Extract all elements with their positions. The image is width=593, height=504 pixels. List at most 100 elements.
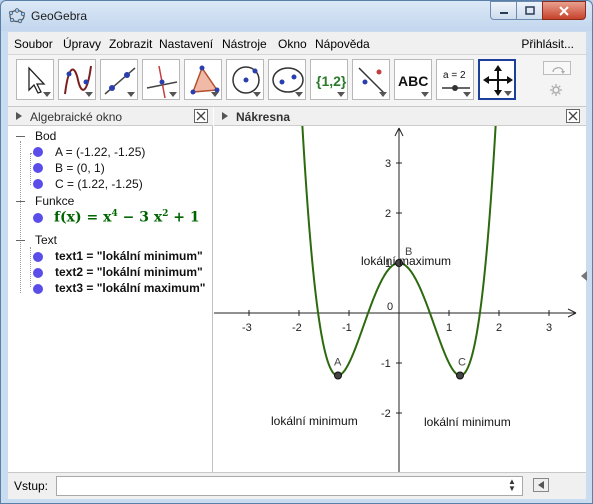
x-tick-label: 0 [387, 301, 393, 313]
x-tick-label: 3 [546, 322, 552, 334]
tool-menu-triangle [169, 92, 177, 97]
input-bar: Vstup: ▲ ▼ [8, 472, 586, 499]
x-tick-label: 1 [446, 322, 452, 334]
y-tick-label: 2 [385, 208, 391, 220]
object-text3[interactable]: text3 = "lokální maximum" [55, 281, 205, 295]
close-icon [568, 111, 578, 121]
list-tool-button[interactable]: {1,2} [310, 59, 348, 100]
visibility-toggle-icon[interactable] [33, 268, 43, 278]
algebra-view-header[interactable]: Algebraické okno [8, 107, 213, 126]
move-view-tool-button[interactable] [478, 59, 516, 100]
move-tool-button[interactable] [16, 59, 54, 100]
graphics-text-3: lokální maximum [361, 254, 451, 268]
minimize-button[interactable] [490, 1, 516, 20]
function-tool-button[interactable] [58, 59, 96, 100]
tool-menu-triangle [43, 92, 51, 97]
panel-toggle-arrow-icon[interactable] [16, 112, 22, 120]
history-spinner-icon[interactable]: ▲ ▼ [508, 478, 516, 493]
x-tick-label: 2 [496, 322, 502, 334]
category-funkce[interactable]: Funkce [35, 194, 74, 208]
category-text[interactable]: Text [35, 233, 57, 247]
conic-tool-button[interactable] [268, 59, 306, 100]
app-window: GeoGebra Soubor Úpravy Zobrazit Nastaven… [0, 0, 593, 504]
visibility-toggle-icon[interactable] [33, 213, 43, 223]
collapse-toggle-icon[interactable] [16, 136, 25, 137]
visibility-toggle-icon[interactable] [33, 179, 43, 189]
object-point-a[interactable]: A = (-1.22, -1.25) [55, 145, 145, 159]
menu-soubor[interactable]: Soubor [14, 37, 53, 51]
tool-menu-triangle [211, 92, 219, 97]
tool-menu-triangle [127, 92, 135, 97]
x-tick-label: -3 [242, 322, 252, 334]
main-panels: Algebraické okno Bod A = (-1.22, -1.25) … [8, 107, 586, 472]
graphics-view-header[interactable]: Nákresna [214, 107, 586, 126]
svg-text:ABC: ABC [398, 73, 428, 89]
panel-toggle-arrow-icon[interactable] [222, 112, 228, 120]
algebra-close-button[interactable] [194, 109, 208, 123]
graphics-canvas[interactable]: -3-2-101234321-1-2ABClokální minimumloká… [214, 126, 586, 472]
object-function-f[interactable]: f(x) = x4 − 3 x2 + 1 [54, 209, 200, 226]
tool-menu-triangle [421, 92, 429, 97]
input-help-icon[interactable] [533, 478, 549, 492]
reflect-tool-button[interactable] [352, 59, 390, 100]
menu-napoveda[interactable]: Nápověda [315, 37, 370, 51]
category-bod[interactable]: Bod [35, 129, 56, 143]
window-title: GeoGebra [31, 9, 88, 23]
graphics-close-button[interactable] [566, 109, 580, 123]
visibility-toggle-icon[interactable] [33, 252, 43, 262]
graphics-view[interactable]: Nákresna -3-2-101234321-1-2ABClokální mi… [214, 107, 586, 472]
text-tool-button[interactable]: ABC [394, 59, 432, 100]
tree-connector [20, 141, 21, 293]
svg-text:a = 2: a = 2 [443, 70, 466, 81]
undo-icon [552, 67, 565, 74]
menu-okno[interactable]: Okno [278, 37, 307, 51]
input-label: Vstup: [14, 479, 49, 493]
collapse-toggle-icon[interactable] [16, 201, 25, 202]
side-panel-arrow-icon[interactable] [581, 271, 587, 281]
point-a [334, 371, 342, 380]
perpendicular-tool-button[interactable] [142, 59, 180, 100]
geogebra-logo-icon [8, 8, 26, 24]
circle-tool-button[interactable] [226, 59, 264, 100]
close-icon [196, 111, 206, 121]
object-text2[interactable]: text2 = "lokální minimum" [55, 265, 203, 279]
y-tick-label: -1 [381, 358, 391, 370]
tree-connector [30, 153, 31, 185]
graphics-view-title: Nákresna [236, 110, 291, 124]
object-text1[interactable]: text1 = "lokální minimum" [55, 249, 203, 263]
object-point-b[interactable]: B = (0, 1) [55, 161, 105, 175]
undo-button[interactable] [543, 61, 571, 75]
login-link[interactable]: Přihlásit... [521, 37, 574, 51]
y-tick-label: -2 [381, 408, 391, 420]
line-tool-button[interactable] [100, 59, 138, 100]
x-tick-label: -1 [342, 322, 352, 334]
graphics-text-2: lokální minimum [424, 415, 511, 429]
visibility-toggle-icon[interactable] [33, 284, 43, 294]
svg-text:{1,2}: {1,2} [316, 73, 347, 89]
object-point-c[interactable]: C = (1.22, -1.25) [55, 177, 143, 191]
maximize-icon [524, 6, 535, 15]
collapse-toggle-icon[interactable] [16, 240, 25, 241]
toolbar: {1,2} ABC a = 2 [8, 55, 586, 107]
visibility-toggle-icon[interactable] [33, 163, 43, 173]
menu-zobrazit[interactable]: Zobrazit [109, 37, 152, 51]
menu-upravy[interactable]: Úpravy [63, 37, 101, 51]
maximize-button[interactable] [516, 1, 542, 20]
menu-nastaveni[interactable]: Nastavení [159, 37, 213, 51]
polygon-tool-button[interactable] [184, 59, 222, 100]
close-icon [559, 5, 569, 16]
slider-tool-button[interactable]: a = 2 [436, 59, 474, 100]
close-button[interactable] [542, 1, 586, 20]
algebra-view: Algebraické okno Bod A = (-1.22, -1.25) … [8, 107, 213, 472]
minimize-icon [499, 11, 508, 14]
gear-icon[interactable] [549, 83, 563, 97]
tool-menu-triangle [253, 92, 261, 97]
tool-menu-triangle [463, 92, 471, 97]
menu-nastroje[interactable]: Nástroje [222, 37, 267, 51]
tool-menu-triangle [337, 92, 345, 97]
visibility-toggle-icon[interactable] [33, 147, 43, 157]
title-bar[interactable]: GeoGebra [1, 1, 592, 31]
input-field[interactable] [56, 476, 523, 496]
point-label: A [334, 357, 342, 369]
menu-bar: Soubor Úpravy Zobrazit Nastavení Nástroj… [8, 32, 586, 55]
